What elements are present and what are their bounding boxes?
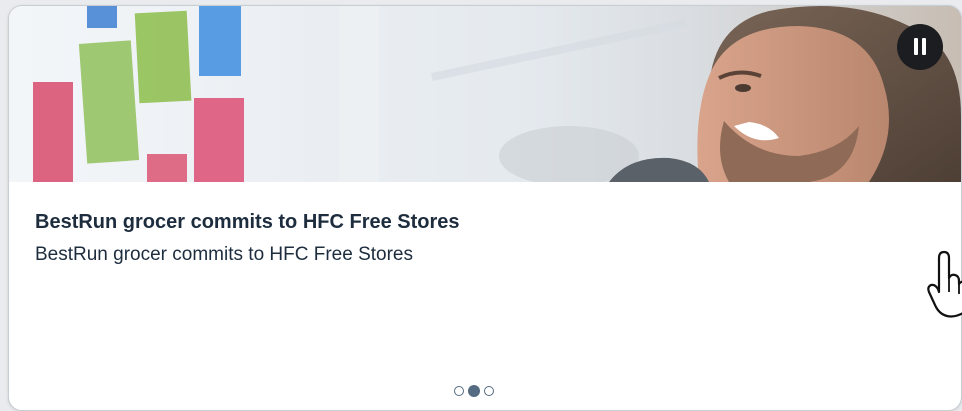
hero-image <box>9 6 961 182</box>
carousel-pagination <box>454 385 494 397</box>
news-carousel-card[interactable]: BestRun grocer commits to HFC Free Store… <box>8 5 962 411</box>
page-indicator-1[interactable] <box>454 386 464 396</box>
page-indicator-3[interactable] <box>484 386 494 396</box>
pause-button[interactable] <box>897 24 943 70</box>
card-content: BestRun grocer commits to HFC Free Store… <box>35 210 915 267</box>
pause-icon <box>914 38 918 55</box>
card-title[interactable]: BestRun grocer commits to HFC Free Store… <box>35 210 915 234</box>
page-indicator-2[interactable] <box>468 385 480 397</box>
hero-illustration <box>9 6 961 182</box>
hand-pointer-icon <box>927 250 962 318</box>
card-subtitle: BestRun grocer commits to HFC Free Store… <box>35 244 413 265</box>
